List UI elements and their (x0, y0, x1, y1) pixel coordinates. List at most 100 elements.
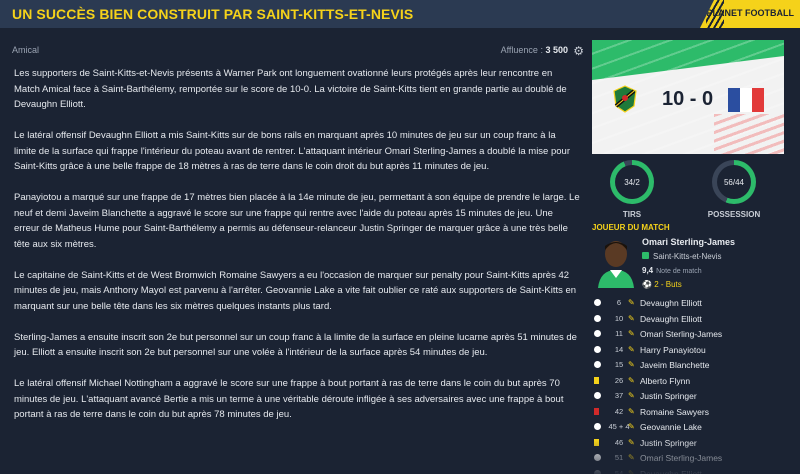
attendance-label: Affluence : (500, 45, 543, 55)
flag-stripe-blue (728, 88, 740, 112)
stat-shots: 34/2 TIRS (604, 160, 660, 219)
event-minute: 42 (614, 406, 624, 416)
goal-ball-icon (594, 299, 601, 306)
goal-ball-icon (594, 345, 601, 353)
possession-ring: 56/44 (712, 160, 756, 204)
goal-ball-icon (594, 423, 601, 430)
page-title: Un succès bien construit par Saint-Kitts… (12, 6, 414, 22)
event-row[interactable]: 42 ✎ Romaine Sawyers (592, 405, 784, 421)
team-flag-icon: ✎ (628, 406, 635, 416)
event-row[interactable]: 46 ✎ Justin Springer (592, 436, 784, 452)
score-card-pink-stripes (714, 114, 784, 154)
possession-label: POSSESSION (707, 210, 761, 219)
event-minute: 6 (616, 298, 622, 307)
match-meta-row: Amical Affluence : 3 500 ⚙ (12, 44, 584, 59)
badge-label: Planet Football (706, 8, 795, 18)
event-row[interactable]: 6 ✎ Devaughn Elliott (592, 296, 784, 312)
article-paragraph: Les supporters de Saint-Kitts-et-Nevis p… (14, 68, 567, 110)
team-flag-icon: ✎ (628, 375, 635, 385)
red-card-icon (594, 407, 599, 415)
event-player-name[interactable]: Justin Springer (640, 438, 697, 448)
flag-stripe-white (740, 88, 752, 112)
possession-value: 56/44 (717, 165, 751, 199)
event-player-name[interactable]: Romaine Sawyers (640, 407, 709, 417)
event-player-name[interactable]: Justin Springer (640, 391, 697, 401)
shots-label: TIRS (622, 210, 642, 219)
event-minute: 10 (614, 313, 624, 323)
attendance: Affluence : 3 500 (501, 45, 568, 55)
shots-ring: 34/2 (610, 160, 654, 204)
article-paragraph: Sterling-James a ensuite inscrit son 2e … (14, 331, 577, 359)
event-minute: 26 (614, 375, 624, 385)
team-flag-icon: ✎ (628, 453, 635, 462)
gear-icon[interactable]: ⚙ (573, 44, 584, 58)
goal-ball-icon (594, 469, 601, 474)
potm-goals-text: 2 - Buts (654, 280, 682, 289)
club-crest-icon (642, 252, 649, 259)
event-minute: 15 (614, 360, 624, 369)
event-player-name[interactable]: Devaughn Elliott (640, 298, 702, 308)
event-minute: 46 (614, 437, 624, 447)
goal-ball-icon (594, 392, 601, 399)
team-flag-icon: ✎ (628, 468, 635, 474)
event-row[interactable]: 51 ✎ Omari Sterling-James (592, 451, 784, 467)
potm-heading: JOUEUR DU MATCH (592, 223, 670, 232)
score-card: 10 - 0 (592, 40, 784, 154)
potm-goals: ⚽ 2 - Buts (642, 280, 682, 289)
article-paragraph: Panayiotou a marqué sur une frappe de 17… (14, 192, 580, 250)
match-report-article: Les supporters de Saint-Kitts-et-Nevis p… (14, 66, 580, 438)
team-flag-icon: ✎ (628, 344, 635, 354)
event-row[interactable]: 45 + 4 ✎ Geovannie Lake (592, 420, 784, 436)
final-score: 10 - 0 (662, 88, 714, 110)
event-player-name[interactable]: Geovannie Lake (640, 422, 702, 432)
team-flag-icon: ✎ (628, 313, 635, 323)
event-row[interactable]: 54 ✎ Devaughn Elliott (592, 467, 784, 474)
match-events-list: 6 ✎ Devaughn Elliott 10 ✎ Devaughn Elliott 11 ✎… (592, 296, 784, 474)
event-player-name[interactable]: Devaughn Elliott (640, 314, 702, 324)
shots-value: 34/2 (615, 165, 649, 199)
event-row[interactable]: 11 ✎ Omari Sterling-James (592, 327, 784, 343)
event-row[interactable]: 37 ✎ Justin Springer (592, 389, 784, 405)
flag-stripe-red (752, 88, 764, 112)
match-summary-panel: 10 - 0 34/2 TIRS 56/44 POSSESSION JOUEUR… (592, 40, 784, 474)
goal-ball-icon (594, 314, 601, 322)
saint-barthelemy-flag-icon[interactable] (728, 88, 764, 112)
event-player-name[interactable]: Devaughn Elliott (640, 469, 702, 474)
event-minute: 11 (615, 329, 623, 338)
potm-club: Saint-Kitts-et-Nevis (642, 252, 721, 261)
saint-kitts-crest-icon[interactable] (610, 84, 640, 114)
event-minute: 54 (614, 468, 624, 474)
team-flag-icon: ✎ (628, 360, 635, 369)
header-bar: Un succès bien construit par Saint-Kitts… (0, 0, 800, 28)
potm-club-name: Saint-Kitts-et-Nevis (653, 252, 722, 261)
article-paragraph: Le capitaine de Saint-Kitts et de West B… (14, 269, 577, 312)
attendance-value: 3 500 (545, 45, 568, 55)
goal-ball-icon (594, 361, 601, 368)
event-row[interactable]: 10 ✎ Devaughn Elliott (592, 312, 784, 328)
team-flag-icon: ✎ (628, 298, 635, 307)
event-row[interactable]: 14 ✎ Harry Panayiotou (592, 343, 784, 359)
event-minute: 51 (614, 453, 624, 462)
article-paragraph: Le latéral offensif Michael Nottingham a… (14, 378, 564, 420)
stat-possession: 56/44 POSSESSION (706, 160, 762, 219)
yellow-card-icon (594, 376, 599, 384)
event-player-name[interactable]: Javeim Blanchette (640, 360, 709, 370)
event-minute: 14 (614, 344, 624, 354)
event-player-name[interactable]: Omari Sterling-James (640, 453, 722, 463)
event-row[interactable]: 15 ✎ Javeim Blanchette (592, 358, 784, 374)
team-flag-icon: ✎ (628, 437, 635, 447)
event-minute: 37 (614, 391, 624, 400)
event-minute: 45 + 4 (608, 422, 630, 431)
team-flag-icon: ✎ (628, 391, 635, 400)
article-paragraph: Le latéral offensif Devaughn Elliott a m… (14, 130, 570, 172)
potm-rating: 9,4 Note de match (642, 266, 702, 275)
event-player-name[interactable]: Omari Sterling-James (640, 329, 722, 339)
goal-ball-icon: ⚽ (642, 280, 652, 289)
event-player-name[interactable]: Harry Panayiotou (640, 345, 706, 355)
event-player-name[interactable]: Alberto Flynn (640, 376, 690, 386)
potm-name: Omari Sterling-James (642, 237, 736, 247)
goal-ball-icon (594, 330, 601, 337)
player-avatar[interactable] (596, 234, 636, 288)
event-row[interactable]: 26 ✎ Alberto Flynn (592, 374, 784, 390)
team-flag-icon: ✎ (628, 422, 635, 431)
